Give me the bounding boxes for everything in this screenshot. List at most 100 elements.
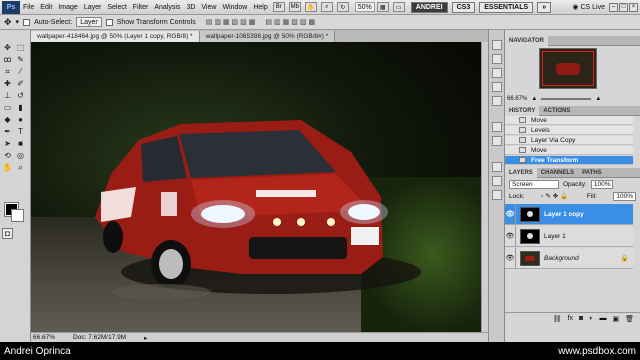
layer-row[interactable]: 👁 Background 🔒 <box>505 247 633 269</box>
layer-mask-icon[interactable]: ◙ <box>579 315 583 322</box>
doc-tab-active[interactable]: wallpaper-418464.jpg @ 50% (Layer 1 copy… <box>31 31 200 42</box>
hand-icon[interactable]: ✋ <box>304 2 317 12</box>
link-layers-icon[interactable]: ⛓ <box>553 315 562 323</box>
show-transform-checkbox[interactable] <box>105 18 113 26</box>
auto-select-checkbox[interactable] <box>23 18 31 26</box>
close-icon[interactable]: × <box>629 2 638 12</box>
auto-select-dropdown[interactable]: Layer <box>76 17 102 27</box>
menu-analysis[interactable]: Analysis <box>151 4 183 11</box>
healing-icon[interactable]: ✚ <box>2 78 13 89</box>
layer-row-selected[interactable]: 👁 Layer 1 copy <box>505 203 633 225</box>
menu-image[interactable]: Image <box>55 4 80 11</box>
pen-icon[interactable]: ✒ <box>2 126 13 137</box>
minibridge-icon[interactable]: Mb <box>288 2 301 12</box>
tab-history[interactable]: HISTORY <box>505 105 540 116</box>
status-arrow-icon[interactable]: ▸ <box>144 334 147 342</box>
workspace-more-icon[interactable]: » <box>537 1 552 13</box>
adjustments-panel-icon[interactable] <box>492 122 502 132</box>
tab-navigator[interactable]: NAVIGATOR <box>505 35 549 46</box>
rally-car-photo[interactable] <box>31 42 481 332</box>
eye-icon[interactable]: 👁 <box>505 225 516 247</box>
delete-layer-icon[interactable]: 🗑 <box>625 315 634 323</box>
hand-tool-icon[interactable]: ✋ <box>2 162 13 173</box>
eye-icon[interactable]: 👁 <box>505 203 516 225</box>
path-select-icon[interactable]: ➤ <box>2 138 13 149</box>
history-item-selected[interactable]: Free Transform <box>505 156 633 165</box>
adjustment-layer-icon[interactable]: ◐ <box>589 315 593 322</box>
menu-file[interactable]: File <box>20 4 37 11</box>
gradient-icon[interactable]: ▮ <box>15 102 26 113</box>
3d-rotate-icon[interactable]: ⟲ <box>2 150 13 161</box>
tab-layers[interactable]: LAYERS <box>505 167 537 178</box>
swatches-panel-icon[interactable] <box>492 176 502 186</box>
lock-icons[interactable]: ▫✎✥🔒 <box>541 192 570 200</box>
new-layer-icon[interactable]: ▣ <box>612 315 619 323</box>
vertical-scrollbar[interactable] <box>481 42 488 332</box>
fill-input[interactable]: 100% <box>613 191 636 201</box>
clone-source-icon[interactable] <box>492 68 502 78</box>
marquee-icon[interactable]: ⬚ <box>15 42 26 53</box>
menu-view[interactable]: View <box>198 4 219 11</box>
status-zoom[interactable]: 66.67% <box>33 334 55 341</box>
background-color-swatch[interactable] <box>11 209 24 222</box>
menu-filter[interactable]: Filter <box>130 4 152 11</box>
arrange-documents-icon[interactable]: ▦ <box>376 2 389 12</box>
crop-icon[interactable]: ⌗ <box>2 66 13 77</box>
lasso-icon[interactable]: ꝏ <box>2 54 13 65</box>
screen-mode-icon[interactable]: ▭ <box>392 2 405 12</box>
3d-orbit-icon[interactable]: ◎ <box>15 150 26 161</box>
rotate-view-icon[interactable]: ↻ <box>336 2 349 12</box>
brush-icon[interactable]: ✐ <box>15 78 26 89</box>
workspace-essentials[interactable]: ESSENTIALS <box>479 1 534 13</box>
canvas-area[interactable] <box>31 42 488 332</box>
doc-tab[interactable]: wallpaper-1065398.jpg @ 50% (RGB/8#) * <box>199 31 336 42</box>
layer-style-icon[interactable]: fx <box>568 315 573 322</box>
tab-paths[interactable]: PATHS <box>578 168 605 178</box>
character-panel-icon[interactable] <box>492 82 502 92</box>
menu-select[interactable]: Select <box>104 4 129 11</box>
quick-mask-icon[interactable]: ◘ <box>2 228 13 239</box>
group-icon[interactable]: ▬ <box>599 315 606 322</box>
minimize-icon[interactable]: – <box>609 2 618 12</box>
blur-icon[interactable]: ◆ <box>2 114 13 125</box>
layer-row[interactable]: 👁 Layer 1 <box>505 225 633 247</box>
menu-window[interactable]: Window <box>219 4 250 11</box>
workspace-andrei[interactable]: ANDREI <box>410 1 448 13</box>
eye-icon[interactable]: 👁 <box>505 247 516 269</box>
opacity-input[interactable]: 100% <box>590 179 614 189</box>
tab-actions[interactable]: ACTIONS <box>539 106 574 116</box>
zoom-out-icon[interactable]: ▲ <box>531 96 537 102</box>
navigator-thumbnail[interactable] <box>539 48 597 89</box>
distribute-buttons[interactable]: ▤▥▦▧▨▩ <box>265 18 317 26</box>
site-url[interactable]: www.psdbox.com <box>558 346 636 357</box>
menu-layer[interactable]: Layer <box>81 4 105 11</box>
zoom-in-icon[interactable]: ▲ <box>595 96 601 102</box>
masks-panel-icon[interactable] <box>492 136 502 146</box>
eyedropper-icon[interactable]: ⁄ <box>15 66 26 77</box>
history-item[interactable]: Move <box>505 116 633 125</box>
history-item[interactable]: Levels <box>505 126 633 135</box>
clone-stamp-icon[interactable]: ⊥ <box>2 90 13 101</box>
eraser-icon[interactable]: ▭ <box>2 102 13 113</box>
maximize-icon[interactable]: □ <box>619 2 628 12</box>
menu-edit[interactable]: Edit <box>37 4 55 11</box>
cs-live[interactable]: ◉ CS Live <box>572 3 605 12</box>
zoom-level-select[interactable]: 50% <box>354 2 375 12</box>
zoom-icon[interactable]: ⌕ <box>320 2 333 12</box>
type-icon[interactable]: T <box>15 126 26 137</box>
dodge-icon[interactable]: ● <box>15 114 26 125</box>
history-item[interactable]: Move <box>505 146 633 155</box>
move-icon[interactable]: ✥ <box>2 42 13 53</box>
history-item[interactable]: Layer Via Copy <box>505 136 633 145</box>
history-brush-icon[interactable]: ↺ <box>15 90 26 101</box>
menu-help[interactable]: Help <box>250 4 270 11</box>
color-panel-icon[interactable] <box>492 190 502 200</box>
brush-panel-icon[interactable] <box>492 54 502 64</box>
navigator-zoom-value[interactable]: 66.67% <box>507 96 527 102</box>
move-tool-icon[interactable]: ✥ <box>4 17 12 28</box>
tab-channels[interactable]: CHANNELS <box>537 168 578 178</box>
align-buttons[interactable]: ▤▥▦▧▨▩ <box>206 18 258 26</box>
bridge-icon[interactable]: Br <box>272 2 285 12</box>
panel-collapse-icon[interactable] <box>492 40 502 50</box>
tool-preset-chevron-icon[interactable]: ▾ <box>16 18 20 26</box>
